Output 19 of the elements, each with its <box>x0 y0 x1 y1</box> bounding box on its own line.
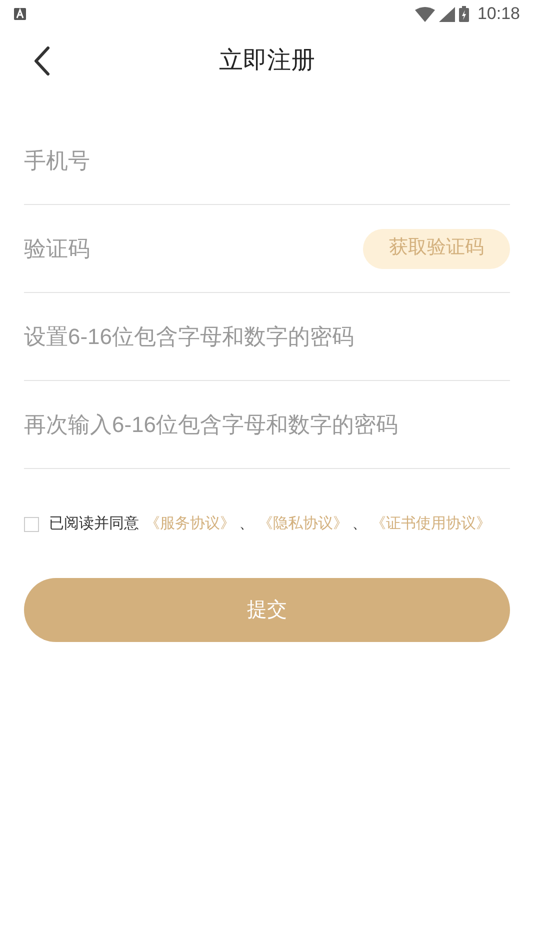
get-code-button[interactable]: 获取验证码 <box>363 228 510 268</box>
separator: 、 <box>352 514 367 534</box>
agreement-checkbox[interactable] <box>24 516 39 532</box>
signal-icon <box>439 6 456 22</box>
agreement-link[interactable]: 《隐私协议》 <box>258 513 348 536</box>
input-field[interactable]: 手机号 <box>24 140 510 180</box>
agreement-link[interactable]: 《证书使用协议》 <box>371 513 491 536</box>
input-field[interactable]: 验证码 <box>24 228 363 268</box>
status-time: 10:18 <box>477 3 520 26</box>
battery-icon <box>459 6 470 22</box>
notification-icon <box>14 8 26 20</box>
separator: 、 <box>239 514 254 534</box>
page-title: 立即注册 <box>219 46 315 76</box>
agreement-link[interactable]: 《服务协议》 <box>145 513 235 536</box>
wifi-icon <box>415 6 436 22</box>
input-field[interactable]: 再次输入6-16位包含字母和数字的密码 <box>24 404 510 444</box>
input-field[interactable]: 设置6-16位包含字母和数字的密码 <box>24 316 510 356</box>
submit-button[interactable]: 提交 <box>24 578 510 642</box>
agreement-text: 已阅读并同意 <box>49 514 139 534</box>
